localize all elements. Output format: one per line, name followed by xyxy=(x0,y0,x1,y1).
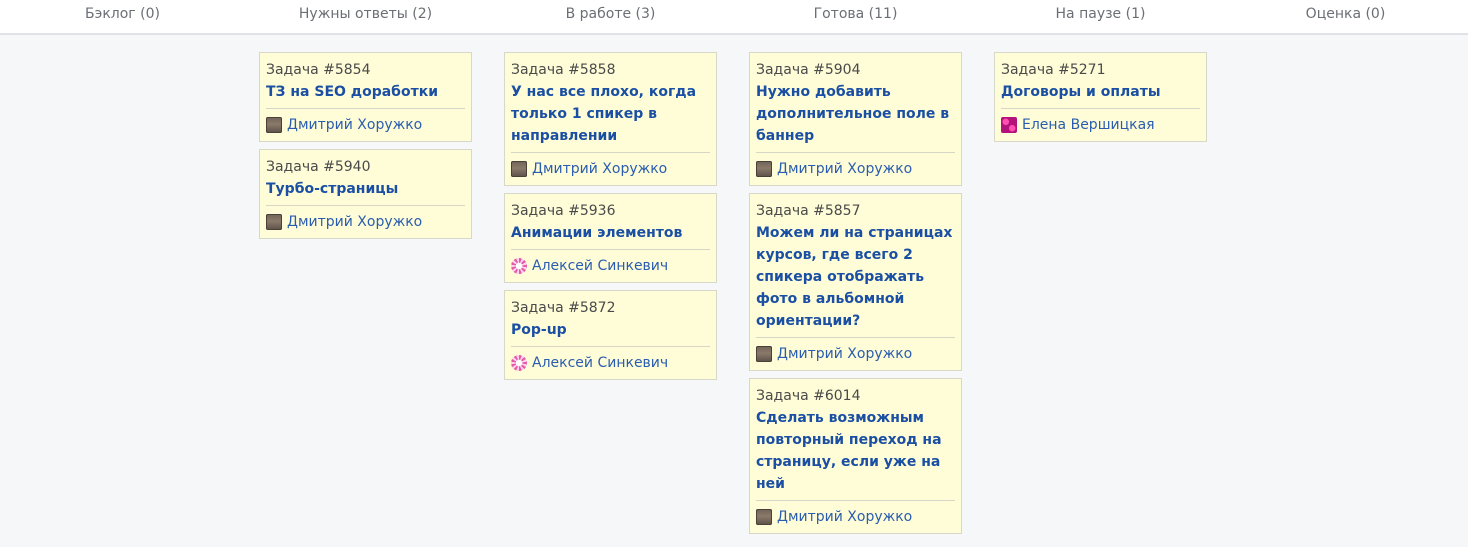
column-title-in-progress[interactable]: В работе (3) xyxy=(488,6,733,22)
assignee-name[interactable]: Алексей Синкевич xyxy=(532,256,668,276)
column-header-bar: Бэклог (0) Нужны ответы (2) В работе (3)… xyxy=(0,0,1468,35)
assignee-name[interactable]: Дмитрий Хоружко xyxy=(287,212,422,232)
avatar xyxy=(266,117,282,133)
task-number: Задача #5857 xyxy=(756,203,861,219)
column-title-estimate[interactable]: Оценка (0) xyxy=(1223,6,1468,22)
task-title-link[interactable]: Pop-up xyxy=(511,319,710,347)
task-number: Задача #5854 xyxy=(266,62,371,78)
task-card[interactable]: Задача #5858 У нас все плохо, когда толь… xyxy=(504,52,717,186)
task-card[interactable]: Задача #6014 Сделать возможным повторный… xyxy=(749,378,962,534)
assignee[interactable]: Алексей Синкевич xyxy=(511,256,710,276)
kanban-board: Бэклог (0) Нужны ответы (2) В работе (3)… xyxy=(0,0,1468,547)
assignee-name[interactable]: Елена Вершицкая xyxy=(1022,115,1155,135)
task-title-link[interactable]: ТЗ на SEO доработки xyxy=(266,81,465,109)
task-card[interactable]: Задача #5904 Нужно добавить дополнительн… xyxy=(749,52,962,186)
task-card[interactable]: Задача #5936 Анимации элементов Алексей … xyxy=(504,193,717,283)
column-title-done[interactable]: Готова (11) xyxy=(733,6,978,22)
assignee-name[interactable]: Дмитрий Хоружко xyxy=(777,159,912,179)
task-title-link[interactable]: Договоры и оплаты xyxy=(1001,81,1200,109)
avatar xyxy=(511,161,527,177)
column-title-paused[interactable]: На паузе (1) xyxy=(978,6,1223,22)
assignee[interactable]: Дмитрий Хоружко xyxy=(511,159,710,179)
task-number: Задача #5872 xyxy=(511,300,616,316)
assignee[interactable]: Дмитрий Хоружко xyxy=(756,344,955,364)
task-card[interactable]: Задача #5940 Турбо-страницы Дмитрий Хору… xyxy=(259,149,472,239)
task-number: Задача #6014 xyxy=(756,388,861,404)
assignee[interactable]: Алексей Синкевич xyxy=(511,353,710,373)
assignee[interactable]: Дмитрий Хоружко xyxy=(266,212,465,232)
avatar xyxy=(756,509,772,525)
task-number: Задача #5904 xyxy=(756,62,861,78)
task-title-link[interactable]: У нас все плохо, когда только 1 спикер в… xyxy=(511,81,710,153)
avatar xyxy=(756,346,772,362)
assignee-name[interactable]: Дмитрий Хоружко xyxy=(287,115,422,135)
task-title-link[interactable]: Можем ли на страницах курсов, где всего … xyxy=(756,222,955,338)
avatar xyxy=(1001,117,1017,133)
assignee-name[interactable]: Дмитрий Хоружко xyxy=(532,159,667,179)
column-in-progress: Задача #5858 У нас все плохо, когда толь… xyxy=(504,52,717,387)
assignee[interactable]: Дмитрий Хоружко xyxy=(756,507,955,527)
task-card[interactable]: Задача #5872 Pop-up Алексей Синкевич xyxy=(504,290,717,380)
task-card[interactable]: Задача #5857 Можем ли на страницах курсо… xyxy=(749,193,962,371)
column-needs-answers: Задача #5854 ТЗ на SEO доработки Дмитрий… xyxy=(259,52,472,246)
task-title-link[interactable]: Нужно добавить дополнительное поле в бан… xyxy=(756,81,955,153)
task-number: Задача #5858 xyxy=(511,62,616,78)
avatar xyxy=(266,214,282,230)
column-title-needs-answers[interactable]: Нужны ответы (2) xyxy=(243,6,488,22)
column-paused: Задача #5271 Договоры и оплаты Елена Вер… xyxy=(994,52,1207,149)
assignee-name[interactable]: Дмитрий Хоружко xyxy=(777,507,912,527)
assignee-name[interactable]: Алексей Синкевич xyxy=(532,353,668,373)
assignee[interactable]: Дмитрий Хоружко xyxy=(266,115,465,135)
avatar xyxy=(756,161,772,177)
task-title-link[interactable]: Сделать возможным повторный переход на с… xyxy=(756,407,955,501)
task-number: Задача #5936 xyxy=(511,203,616,219)
task-number: Задача #5271 xyxy=(1001,62,1106,78)
column-done: Задача #5904 Нужно добавить дополнительн… xyxy=(749,52,962,541)
task-title-link[interactable]: Турбо-страницы xyxy=(266,178,465,206)
avatar xyxy=(511,355,527,371)
assignee-name[interactable]: Дмитрий Хоружко xyxy=(777,344,912,364)
assignee[interactable]: Дмитрий Хоружко xyxy=(756,159,955,179)
task-card[interactable]: Задача #5854 ТЗ на SEO доработки Дмитрий… xyxy=(259,52,472,142)
avatar xyxy=(511,258,527,274)
column-title-backlog[interactable]: Бэклог (0) xyxy=(0,6,245,22)
task-card[interactable]: Задача #5271 Договоры и оплаты Елена Вер… xyxy=(994,52,1207,142)
task-number: Задача #5940 xyxy=(266,159,371,175)
assignee[interactable]: Елена Вершицкая xyxy=(1001,115,1200,135)
task-title-link[interactable]: Анимации элементов xyxy=(511,222,710,250)
